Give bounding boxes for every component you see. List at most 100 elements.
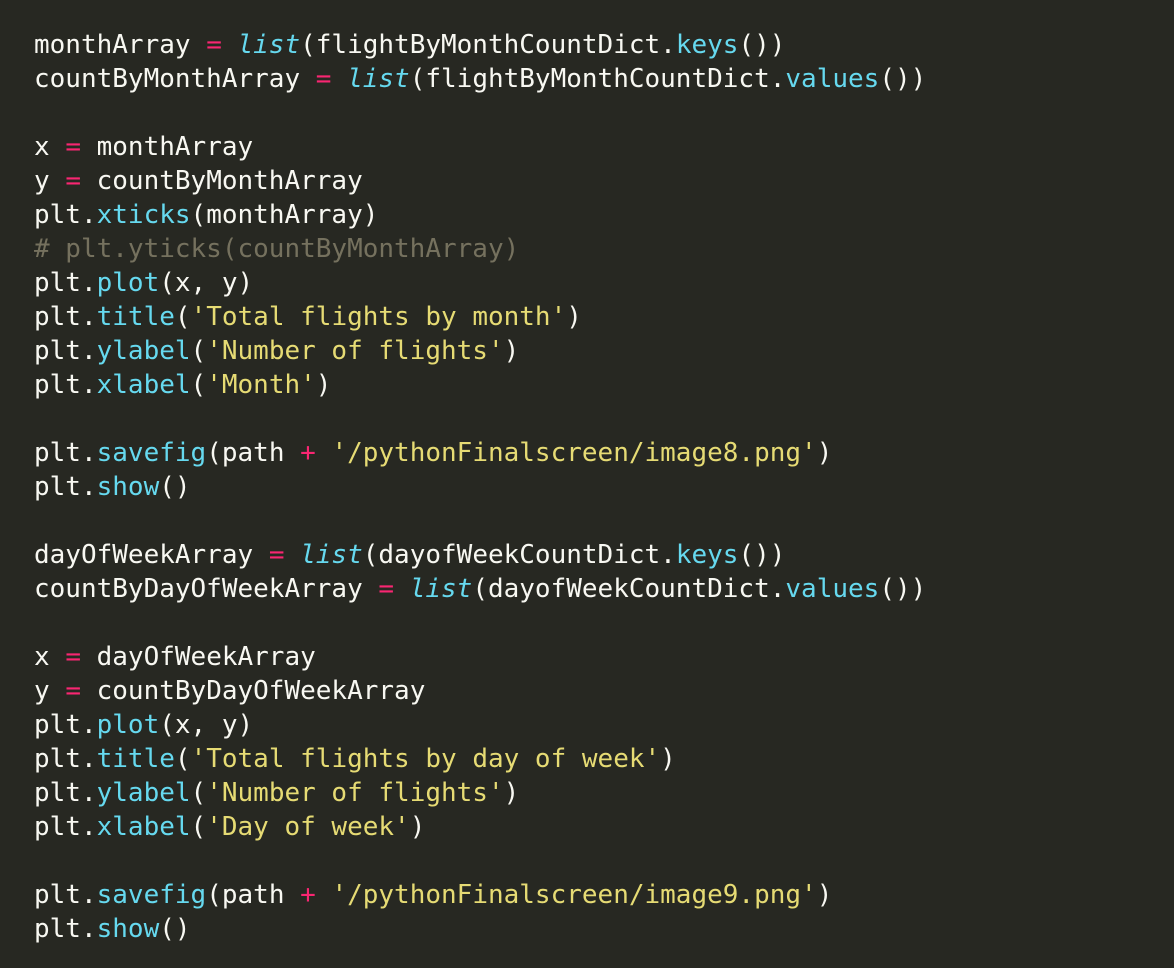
function-token: keys — [675, 540, 739, 570]
operator-token: = — [206, 30, 222, 60]
builtin-token: list — [300, 540, 363, 570]
code-line: plt.plot(x, y) — [34, 708, 926, 742]
code-text: ( — [190, 336, 207, 366]
code-line: plt.title('Total flights by month') — [34, 300, 926, 334]
code-text: ()) — [879, 574, 927, 604]
code-text: ()) — [738, 540, 786, 570]
code-text: ( — [174, 744, 191, 774]
code-line: dayOfWeekArray = list(dayofWeekCountDict… — [34, 538, 926, 572]
code-text: dayOfWeekArray — [80, 642, 316, 672]
code-text: plt. — [34, 778, 97, 808]
code-text: ) — [816, 880, 833, 910]
code-text: ) — [816, 438, 833, 468]
code-text: ( — [190, 778, 207, 808]
code-line: # plt.yticks(countByMonthArray) — [34, 232, 926, 266]
string-token: 'Total flights by day of week' — [190, 744, 661, 774]
operator-token: + — [300, 880, 316, 910]
function-token: plot — [96, 268, 160, 298]
code-block[interactable]: monthArray = list(flightByMonthCountDict… — [34, 28, 926, 946]
code-text: (path — [206, 438, 301, 468]
comment-token: # plt.yticks(countByMonthArray) — [34, 234, 520, 264]
builtin-token: list — [237, 30, 301, 60]
code-text: countByMonthArray — [80, 166, 363, 196]
string-token: '/pythonFinalscreen/image9.png' — [331, 880, 817, 910]
code-text: (flightByMonthCountDict. — [409, 64, 786, 94]
code-line: plt.show() — [34, 912, 926, 946]
function-token: xlabel — [96, 370, 191, 400]
function-token: savefig — [96, 438, 207, 468]
code-text: ()) — [879, 64, 927, 94]
code-text: ) — [503, 778, 520, 808]
operator-token: = — [378, 574, 395, 604]
function-token: xticks — [96, 200, 191, 230]
code-text: ) — [315, 370, 332, 400]
code-text: ) — [503, 336, 520, 366]
code-line: countByMonthArray = list(flightByMonthCo… — [34, 62, 926, 96]
code-line: plt.xlabel('Month') — [34, 368, 926, 402]
code-text: (path — [206, 880, 301, 910]
code-text: plt. — [34, 370, 97, 400]
code-text: plt. — [34, 438, 97, 468]
code-line: y = countByDayOfWeekArray — [34, 674, 926, 708]
code-text: plt. — [34, 744, 97, 774]
code-line: monthArray = list(flightByMonthCountDict… — [34, 28, 926, 62]
code-text: plt. — [34, 914, 97, 944]
code-line: plt.show() — [34, 470, 926, 504]
code-line: plt.savefig(path + '/pythonFinalscreen/i… — [34, 878, 926, 912]
code-line: plt.ylabel('Number of flights') — [34, 334, 926, 368]
operator-token: = — [65, 166, 81, 196]
code-text: ) — [660, 744, 676, 774]
code-text: countByMonthArray — [34, 64, 316, 94]
string-token: '/pythonFinalscreen/image8.png' — [331, 438, 817, 468]
code-line: plt.title('Total flights by day of week'… — [34, 742, 926, 776]
code-text: ( — [174, 302, 191, 332]
code-text: () — [159, 914, 191, 944]
code-text: plt. — [34, 812, 97, 842]
code-line: plt.plot(x, y) — [34, 266, 926, 300]
code-text: plt. — [34, 710, 97, 740]
code-line: countByDayOfWeekArray = list(dayofWeekCo… — [34, 572, 926, 606]
function-token: show — [96, 914, 160, 944]
code-text: countByDayOfWeekArray — [80, 676, 426, 706]
code-line: x = dayOfWeekArray — [34, 640, 926, 674]
operator-token: = — [65, 676, 81, 706]
function-token: ylabel — [96, 778, 191, 808]
code-text: plt. — [34, 200, 97, 230]
code-text: plt. — [34, 880, 97, 910]
operator-token: + — [300, 438, 316, 468]
code-text: plt. — [34, 302, 97, 332]
function-token: keys — [675, 30, 739, 60]
code-text: ( — [190, 812, 207, 842]
code-line: plt.savefig(path + '/pythonFinalscreen/i… — [34, 436, 926, 470]
code-text: (flightByMonthCountDict. — [300, 30, 676, 60]
code-text: (x, y) — [159, 710, 254, 740]
function-token: savefig — [96, 880, 207, 910]
code-text: dayOfWeekArray — [34, 540, 269, 570]
code-text: y — [34, 166, 66, 196]
code-text: monthArray — [80, 132, 254, 162]
function-token: title — [96, 744, 175, 774]
code-line: x = monthArray — [34, 130, 926, 164]
code-text: monthArray — [34, 30, 207, 60]
code-text: ()) — [738, 30, 786, 60]
function-token: ylabel — [96, 336, 191, 366]
code-text: plt. — [34, 268, 97, 298]
operator-token: = — [268, 540, 285, 570]
string-token: 'Month' — [206, 370, 316, 400]
string-token: 'Total flights by month' — [190, 302, 567, 332]
operator-token: = — [65, 642, 81, 672]
code-text: (dayofWeekCountDict. — [472, 574, 786, 604]
builtin-token: list — [347, 64, 410, 94]
code-text: (x, y) — [159, 268, 254, 298]
code-text: (dayofWeekCountDict. — [362, 540, 676, 570]
code-editor[interactable]: monthArray = list(flightByMonthCountDict… — [0, 0, 1174, 968]
code-text: () — [159, 472, 191, 502]
